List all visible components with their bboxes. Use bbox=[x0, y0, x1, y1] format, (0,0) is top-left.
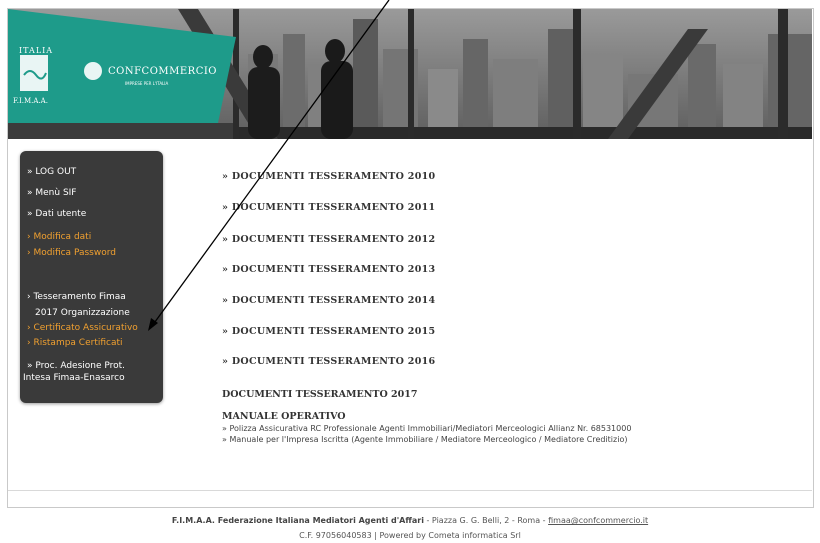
polizza-assicurativa-link[interactable]: » Polizza Assicurativa RC Professionale … bbox=[222, 424, 631, 433]
docs-2016-link[interactable]: » DOCUMENTI TESSERAMENTO 2016 bbox=[222, 356, 435, 367]
header-banner: ITALIA F.I.M.A.A. CONFCOMMERCIO IMPRESE … bbox=[8, 9, 812, 139]
docs-2013-link[interactable]: » DOCUMENTI TESSERAMENTO 2013 bbox=[222, 264, 435, 275]
certificato-assicurativo-link[interactable]: › Certificato Assicurativo bbox=[27, 323, 138, 334]
docs-2015-link[interactable]: » DOCUMENTI TESSERAMENTO 2015 bbox=[222, 326, 435, 337]
ristampa-certificati-link[interactable]: › Ristampa Certificati bbox=[27, 338, 123, 349]
footer-divider bbox=[8, 490, 812, 491]
logout-link[interactable]: » LOG OUT bbox=[27, 167, 76, 178]
docs-2011-link[interactable]: » DOCUMENTI TESSERAMENTO 2011 bbox=[222, 202, 435, 213]
logo-fimaa-text: F.I.M.A.A. bbox=[13, 97, 48, 105]
logo-confcommercio-text: CONFCOMMERCIO bbox=[108, 66, 217, 77]
modifica-dati-link[interactable]: › Modifica dati bbox=[27, 232, 91, 243]
modifica-password-link[interactable]: › Modifica Password bbox=[27, 248, 116, 259]
tesseramento-link[interactable]: › Tesseramento Fimaa bbox=[27, 292, 126, 303]
logo-subtitle-text: IMPRESE PER L'ITALIA bbox=[125, 81, 169, 86]
manuale-impresa-link[interactable]: » Manuale per l'Impresa Iscritta (Agente… bbox=[222, 435, 627, 444]
menu-sif-link[interactable]: » Menù SIF bbox=[27, 188, 76, 199]
sidebar-menu: » LOG OUT » Menù SIF » Dati utente › Mod… bbox=[20, 151, 163, 403]
footer-org-name: F.I.M.A.A. Federazione Italiana Mediator… bbox=[171, 516, 424, 525]
docs-2014-link[interactable]: » DOCUMENTI TESSERAMENTO 2014 bbox=[222, 295, 435, 306]
proc-adesione-link-line2[interactable]: Intesa Fimaa-Enasarco bbox=[23, 373, 125, 384]
docs-2010-link[interactable]: » DOCUMENTI TESSERAMENTO 2010 bbox=[222, 171, 435, 182]
logo-italia-text: ITALIA bbox=[19, 46, 54, 55]
docs-2012-link[interactable]: » DOCUMENTI TESSERAMENTO 2012 bbox=[222, 234, 435, 245]
footer-email-link[interactable]: fimaa@confcommercio.it bbox=[548, 516, 648, 525]
footer-line-2: C.F. 97056040583 | Powered by Cometa inf… bbox=[299, 531, 521, 540]
footer-line-1: F.I.M.A.A. Federazione Italiana Mediator… bbox=[0, 516, 820, 525]
footer-address: - Piazza G. G. Belli, 2 - Roma - bbox=[423, 516, 549, 525]
tesseramento-org-link[interactable]: 2017 Organizzazione bbox=[35, 308, 130, 319]
dati-utente-link[interactable]: » Dati utente bbox=[27, 209, 86, 220]
manuale-operativo-heading: MANUALE OPERATIVO bbox=[222, 411, 346, 422]
proc-adesione-link[interactable]: » Proc. Adesione Prot. bbox=[27, 361, 125, 372]
docs-2017-heading: DOCUMENTI TESSERAMENTO 2017 bbox=[222, 389, 418, 400]
